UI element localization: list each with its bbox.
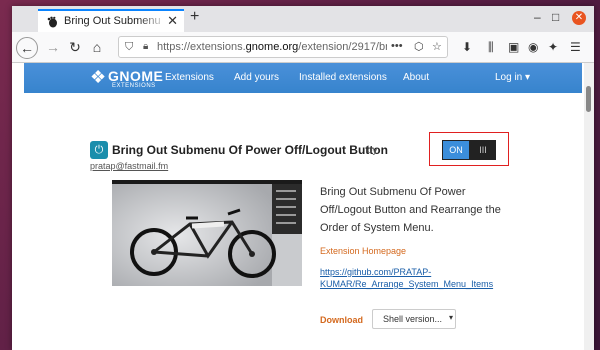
nav-about[interactable]: About [403, 72, 429, 83]
extension-description: Bring Out Submenu Of Power Off/Logout Bu… [320, 186, 501, 234]
homepage-label: Extension Homepage [320, 246, 407, 256]
shell-version-select[interactable]: Shell version... ▾ [372, 309, 456, 329]
shell-version-value: Shell version... [383, 314, 443, 324]
library-icon[interactable]: ⫼ [488, 40, 494, 55]
power-icon: ⏻ [90, 141, 108, 159]
nav-installed-extensions[interactable]: Installed extensions [299, 72, 387, 83]
page-actions-icon[interactable]: ••• [391, 40, 403, 52]
back-button[interactable]: ← [16, 37, 38, 59]
menu-icon[interactable]: ☰ [570, 40, 581, 54]
tab-title-fade [138, 11, 168, 31]
window-close-button[interactable]: ✕ [572, 11, 586, 25]
sidebar-icon[interactable]: ▣ [508, 40, 519, 54]
extension-screenshot[interactable] [112, 180, 302, 286]
homepage-link[interactable]: https://github.com/PRATAP-KUMAR/Re_Arran… [320, 266, 510, 290]
toggle-knob: III [479, 145, 487, 155]
download-icon[interactable]: ⬇ [462, 40, 472, 54]
bookmark-star-icon[interactable]: ☆ [432, 40, 442, 53]
reload-button[interactable]: ↻ [64, 36, 86, 58]
pocket-icon[interactable]: ⬡ [414, 40, 424, 53]
tab-close-icon[interactable]: ✕ [167, 13, 178, 29]
gnome-foot-logo-icon: ❖ [90, 67, 107, 87]
logo-text: GNOME [108, 68, 164, 84]
by-label: by [367, 145, 378, 156]
nav-add-yours[interactable]: Add yours [234, 72, 279, 83]
shield-icon[interactable]: ⛉ [125, 41, 133, 54]
maximize-button[interactable]: □ [552, 10, 559, 24]
gnome-foot-icon [47, 16, 57, 28]
page-content: ❖ GNOME EXTENSIONS Extensions Add yours … [12, 63, 582, 350]
tab-bar: Bring Out Submenu Of Power Off/Logout Bu… [12, 6, 594, 32]
new-tab-button[interactable]: + [190, 8, 199, 26]
forward-button[interactable]: → [42, 36, 64, 58]
download-label: Download [320, 315, 363, 325]
nav-extensions[interactable]: Extensions [165, 72, 214, 83]
extension-title: Bring Out Submenu Of Power Off/Logout Bu… [112, 143, 388, 157]
scrollbar-thumb[interactable] [586, 86, 591, 112]
author-link[interactable]: pratap@fastmail.fm [90, 161, 168, 171]
minimize-button[interactable]: – [534, 10, 541, 24]
lock-icon[interactable]: 🔒︎ [143, 41, 148, 52]
chevron-down-icon: ▾ [448, 313, 453, 322]
home-button[interactable]: ⌂ [86, 36, 108, 58]
url-text[interactable]: https://extensions.gnome.org/extension/2… [157, 41, 387, 53]
active-tab[interactable]: Bring Out Submenu Of Power Off/Logout Bu… [38, 9, 184, 32]
browser-window: Bring Out Submenu Of Power Off/Logout Bu… [12, 6, 594, 350]
logo-subtext: EXTENSIONS [112, 83, 156, 89]
login-menu[interactable]: Log in ▾ [495, 72, 530, 83]
url-bar[interactable]: ⛉ 🔒︎ https://extensions.gnome.org/extens… [118, 36, 448, 58]
bicycle-image [112, 184, 276, 286]
extension-icon[interactable]: ✦ [548, 40, 558, 54]
toggle-on-label: ON [443, 141, 469, 159]
nav-toolbar: ← → ↻ ⌂ ⛉ 🔒︎ https://extensions.gnome.or… [12, 32, 594, 63]
account-icon[interactable]: ◉ [528, 40, 538, 54]
extension-toggle[interactable]: ON III [442, 140, 496, 160]
